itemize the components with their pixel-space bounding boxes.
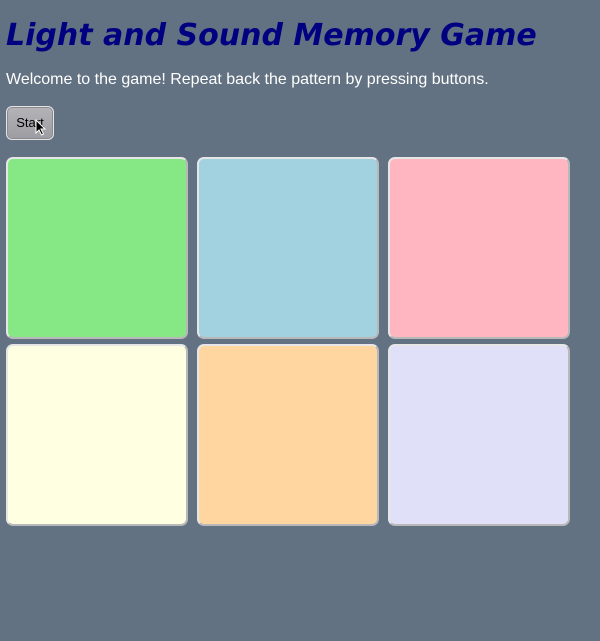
game-button-6[interactable]	[388, 344, 570, 526]
start-button[interactable]: Start	[6, 106, 54, 140]
page-title: Light and Sound Memory Game	[6, 18, 537, 53]
game-area	[6, 157, 576, 529]
intro-text: Welcome to the game! Repeat back the pat…	[6, 71, 489, 88]
game-button-3[interactable]	[388, 157, 570, 339]
game-button-5[interactable]	[197, 344, 379, 526]
game-button-4[interactable]	[6, 344, 188, 526]
game-button-2[interactable]	[197, 157, 379, 339]
game-button-1[interactable]	[6, 157, 188, 339]
